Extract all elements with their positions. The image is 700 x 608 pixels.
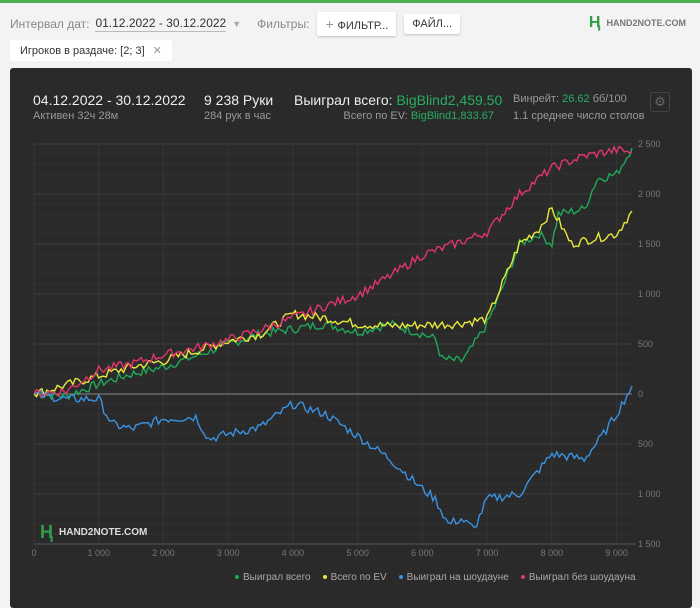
legend-label: Всего по EV (330, 572, 387, 583)
legend-label: Выиграл всего (243, 572, 311, 583)
y-tick-label: 1 000 (638, 289, 661, 299)
legend-dot-icon (520, 575, 525, 580)
watermark-text: HAND2NOTE.COM (59, 527, 148, 538)
series-line (33, 147, 633, 401)
legend-item[interactable]: Выиграл на шоудауне (398, 572, 509, 583)
y-tick-label: 500 (638, 339, 653, 349)
x-tick-label: 7 000 (476, 548, 499, 558)
y-tick-label: 1 500 (638, 539, 661, 549)
legend-dot-icon (322, 575, 327, 580)
x-tick-label: 5 000 (346, 548, 369, 558)
watermark: Ⱨ HAND2NOTE.COM (40, 522, 147, 543)
x-tick-label: 0 (31, 548, 36, 558)
chart-legend: Выиграл всего Всего по EV Выиграл на шоуда… (235, 572, 636, 583)
legend-dot-icon (398, 575, 403, 580)
x-tick-label: 1 000 (87, 548, 110, 558)
watermark-logo-icon: Ⱨ (40, 522, 53, 542)
legend-item[interactable]: Выиграл всего (235, 572, 311, 583)
legend-label: Выиграл на шоудауне (406, 572, 509, 583)
y-tick-label: 2 500 (638, 139, 661, 149)
y-tick-label: 1 000 (638, 489, 661, 499)
x-tick-label: 2 000 (152, 548, 175, 558)
x-tick-label: 8 000 (541, 548, 564, 558)
y-tick-label: 2 000 (638, 189, 661, 199)
y-tick-label: 500 (638, 439, 653, 449)
x-tick-label: 9 000 (605, 548, 628, 558)
legend-label: Выиграл без шоудауна (528, 572, 636, 583)
y-tick-label: 0 (638, 389, 643, 399)
legend-item[interactable]: Выиграл без шоудауна (520, 572, 636, 583)
x-tick-label: 6 000 (411, 548, 434, 558)
y-tick-label: 1 500 (638, 239, 661, 249)
legend-item[interactable]: Всего по EV (322, 572, 387, 583)
legend-dot-icon (235, 575, 239, 580)
x-tick-label: 4 000 (282, 548, 305, 558)
x-tick-label: 3 000 (217, 548, 240, 558)
chart-svg: 0 1 000 2 000 3 000 4 000 5 000 6 000 7 000 8 00… (31, 139, 661, 558)
series-line (33, 385, 633, 529)
